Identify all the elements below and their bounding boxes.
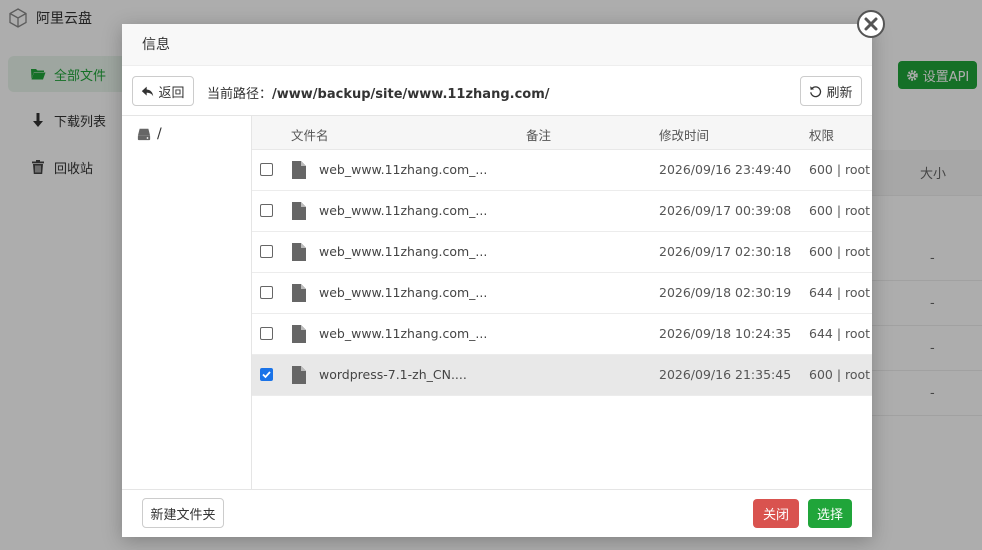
file-name[interactable]: web_www.11zhang.com_... [319, 162, 487, 177]
column-header-note[interactable]: 备注 [526, 125, 551, 144]
dialog-close-button[interactable] [857, 10, 885, 38]
column-header-name[interactable]: 文件名 [291, 125, 329, 144]
file-icon [292, 243, 306, 261]
checkmark-icon [262, 371, 271, 379]
row-checkbox[interactable] [260, 204, 273, 217]
back-button[interactable]: 返回 [132, 76, 194, 106]
table-row[interactable]: web_www.11zhang.com_... 2026/09/18 10:24… [252, 314, 872, 355]
dialog-footer: 新建文件夹 关闭 选择 [122, 489, 872, 537]
new-folder-button[interactable]: 新建文件夹 [142, 498, 224, 528]
file-perm: 644 | root [809, 326, 871, 341]
file-mtime: 2026/09/16 23:49:40 [659, 162, 792, 177]
file-list-header: 文件名 备注 修改时间 权限 [252, 116, 872, 150]
row-checkbox[interactable] [260, 163, 273, 176]
close-icon [864, 17, 878, 31]
file-name[interactable]: web_www.11zhang.com_... [319, 244, 487, 259]
file-mtime: 2026/09/16 21:35:45 [659, 367, 792, 382]
hard-drive-icon [137, 128, 151, 141]
file-name[interactable]: web_www.11zhang.com_... [319, 203, 487, 218]
file-icon [292, 161, 306, 179]
table-row[interactable]: wordpress-7.1-zh_CN.... 2026/09/16 21:35… [252, 355, 872, 396]
file-icon [292, 325, 306, 343]
file-perm: 600 | root [809, 367, 871, 382]
file-list: 文件名 备注 修改时间 权限 web_www.11zhang.com_... 2… [252, 116, 872, 489]
select-button[interactable]: 选择 [808, 499, 852, 528]
table-row[interactable]: web_www.11zhang.com_... 2026/09/16 23:49… [252, 150, 872, 191]
row-checkbox[interactable] [260, 286, 273, 299]
file-mtime: 2026/09/17 02:30:18 [659, 244, 792, 259]
directory-tree: / [122, 116, 252, 489]
file-icon [292, 366, 306, 384]
file-icon [292, 202, 306, 220]
file-name[interactable]: wordpress-7.1-zh_CN.... [319, 367, 467, 382]
tree-root-item[interactable]: / [137, 126, 162, 142]
column-header-perm[interactable]: 权限 [809, 125, 834, 144]
row-checkbox[interactable] [260, 368, 273, 381]
file-perm: 600 | root [809, 244, 871, 259]
path-value: /www/backup/site/www.11zhang.com/ [272, 87, 550, 102]
file-perm: 600 | root [809, 162, 871, 177]
column-header-mtime[interactable]: 修改时间 [659, 125, 709, 144]
current-path: 当前路径：/www/backup/site/www.11zhang.com/ [207, 83, 550, 102]
refresh-button[interactable]: 刷新 [800, 76, 862, 106]
file-name[interactable]: web_www.11zhang.com_... [319, 326, 487, 341]
back-arrow-icon [142, 86, 154, 96]
file-mtime: 2026/09/17 00:39:08 [659, 203, 792, 218]
table-row[interactable]: web_www.11zhang.com_... 2026/09/17 02:30… [252, 232, 872, 273]
dialog-toolbar: 返回 当前路径：/www/backup/site/www.11zhang.com… [122, 66, 872, 116]
refresh-icon [810, 85, 822, 97]
file-perm: 600 | root [809, 203, 871, 218]
file-mtime: 2026/09/18 10:24:35 [659, 326, 792, 341]
file-icon [292, 284, 306, 302]
close-button[interactable]: 关闭 [753, 499, 799, 528]
path-label: 当前路径： [207, 87, 273, 102]
file-mtime: 2026/09/18 02:30:19 [659, 285, 792, 300]
file-name[interactable]: web_www.11zhang.com_... [319, 285, 487, 300]
row-checkbox[interactable] [260, 245, 273, 258]
dialog-title: 信息 [122, 24, 872, 66]
table-row[interactable]: web_www.11zhang.com_... 2026/09/18 02:30… [252, 273, 872, 314]
file-picker-dialog: 信息 返回 当前路径：/www/backup/site/www.11zhang.… [122, 24, 872, 537]
file-perm: 644 | root [809, 285, 871, 300]
row-checkbox[interactable] [260, 327, 273, 340]
table-row[interactable]: web_www.11zhang.com_... 2026/09/17 00:39… [252, 191, 872, 232]
